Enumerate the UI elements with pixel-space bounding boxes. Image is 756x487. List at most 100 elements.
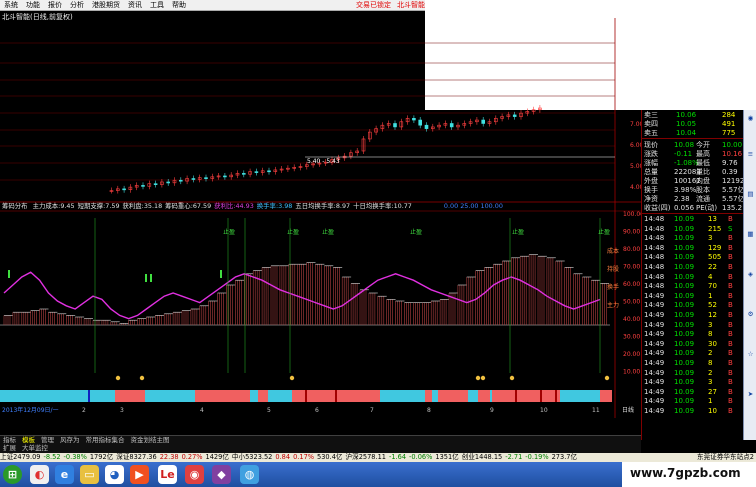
quote-cell: 2.38: [674, 195, 690, 203]
start-icon[interactable]: ⊞: [3, 465, 22, 484]
green-flag: [220, 270, 222, 278]
strip-mark: [515, 390, 517, 402]
quote-cell: B: [728, 243, 733, 252]
quote-cell: 3.98%: [674, 186, 697, 194]
take-profit-marker: 止盈: [598, 228, 610, 236]
quote-cell: 净资: [644, 195, 658, 203]
quote-cell: 10.09: [674, 359, 695, 367]
settings-icon[interactable]: ⚙: [746, 310, 755, 318]
quote-cell: B: [728, 359, 733, 367]
price-axis: 7.00 6.00 5.00 4.00: [630, 121, 641, 191]
date-tick: 5: [267, 407, 271, 414]
quote-cell: 10.09: [674, 387, 695, 396]
stat-row: 换手 3.98% 股本 5.57亿: [644, 186, 745, 195]
quote-cell: 1: [708, 291, 713, 300]
info-icon[interactable]: ◈: [746, 270, 755, 278]
period-label: 日线: [622, 406, 634, 414]
quote-cell: 10.04: [676, 129, 697, 137]
strip-red: [258, 390, 268, 402]
quote-cell: 3: [708, 320, 713, 329]
menu-news[interactable]: 资讯: [124, 0, 146, 10]
strip-mark: [540, 390, 542, 402]
quote-cell: 股本: [696, 186, 710, 194]
folder-icon[interactable]: ▭: [80, 465, 99, 484]
menu-hk-futures[interactable]: 港股期货: [88, 0, 124, 10]
quote-cell: 外盘: [644, 177, 658, 185]
quote-cell: 14:48: [644, 253, 665, 262]
right-toolbar: ◉ ≡ ▤ ▦ ◈ ⚙ ☆ ➤: [743, 110, 756, 440]
quote-cell: 10.09: [674, 368, 695, 377]
app-icon[interactable]: ◆: [212, 465, 231, 484]
quote-cell: 14:49: [644, 387, 665, 396]
media-icon[interactable]: ▶: [130, 465, 149, 484]
strip-mark: [335, 390, 337, 402]
chart-icon[interactable]: ▤: [746, 190, 755, 198]
menu-help[interactable]: 帮助: [168, 0, 190, 10]
quote-cell: 14:49: [644, 291, 665, 300]
stat-row: 收益(四) 0.056 PE(动) 135.2: [644, 204, 742, 213]
candle-body: [481, 119, 486, 124]
menu-tools[interactable]: 工具: [146, 0, 168, 10]
server-name: 东莞证券华东站点2: [594, 453, 756, 462]
stat-row: 外盘 100161 内盘 121922: [644, 177, 749, 186]
coin-icon: [604, 375, 610, 381]
quote-cell: 14:49: [644, 397, 665, 406]
take-profit-marker: 止盈: [410, 228, 422, 236]
chat-icon[interactable]: ◍: [240, 465, 259, 484]
quote-cell: 10.09: [674, 272, 695, 281]
tick-row: 14:49 10.09 10 B: [644, 407, 742, 416]
ie-icon[interactable]: e: [55, 465, 74, 484]
quote-cell: 10.09: [674, 320, 695, 329]
zoom-icon[interactable]: ◉: [746, 114, 755, 122]
indicator-item: 筹码重心:67.59: [165, 202, 212, 210]
quote-cell: 2: [708, 368, 713, 377]
extension-tabs: 扩展 大单监控: [0, 444, 641, 453]
strip-red: [478, 390, 490, 402]
quote-cell: 10.09: [674, 224, 695, 233]
quote-cell: 14:49: [644, 359, 665, 367]
quote-cell: B: [728, 349, 733, 358]
tab-bigorder[interactable]: 大单监控: [19, 444, 51, 453]
candle-body: [153, 183, 158, 185]
strip-red: [438, 390, 468, 402]
date-tick: 3: [120, 407, 124, 414]
menu-quote[interactable]: 报价: [44, 0, 66, 10]
trade-locked-link[interactable]: 交易已锁定: [356, 1, 391, 9]
green-flag: [150, 274, 152, 282]
ticker-item: -0.38%: [63, 453, 87, 461]
menu-function[interactable]: 功能: [22, 0, 44, 10]
candle-body: [412, 118, 416, 121]
indicator-item: 主力成本:9.45: [32, 202, 75, 210]
le-icon[interactable]: Le: [158, 465, 177, 484]
indicator-range-1: 25.00: [460, 202, 479, 210]
quote-cell: 14:48: [644, 282, 665, 291]
arrow-icon[interactable]: ➤: [746, 390, 755, 398]
ticker-item: 1792亿: [89, 453, 114, 461]
quote-cell: 收益(四): [644, 204, 671, 212]
quote-cell: 14:49: [644, 301, 665, 310]
grid-icon[interactable]: ▦: [746, 230, 755, 238]
take-profit-marker: 止盈: [287, 228, 299, 236]
beidou-link[interactable]: 北斗智能: [397, 1, 425, 9]
quote-cell: 14:48: [644, 243, 665, 252]
ind-tick: 70.00: [623, 264, 640, 271]
menu-analysis[interactable]: 分析: [66, 0, 88, 10]
green-flag: [145, 274, 147, 282]
star-icon[interactable]: ☆: [746, 350, 755, 358]
quote-cell: 量比: [696, 168, 710, 176]
tab-extend[interactable]: 扩展: [0, 444, 19, 453]
tick-row: 14:48 10.09 215 S: [644, 225, 742, 234]
chrome-icon[interactable]: ◉: [185, 465, 204, 484]
indicator-item: 获利盘:35.18: [122, 202, 163, 210]
menu-system[interactable]: 系统: [0, 0, 22, 10]
list-icon[interactable]: ≡: [746, 150, 755, 158]
quote-cell: 换手: [644, 186, 658, 194]
quote-cell: 10.09: [674, 291, 695, 300]
ind-tick: 80.00: [623, 246, 640, 253]
quote-cell: 14:48: [644, 234, 665, 243]
browser-icon[interactable]: ◐: [30, 465, 49, 484]
tick-row: 14:49 10.09 30 B: [644, 340, 742, 349]
stat-row: 涨跌 -0.11 最高 10.16: [644, 150, 742, 159]
kline-chart[interactable]: 5.40 - 5.43 7.006.005.004.00 100.0090.00…: [0, 18, 641, 436]
qq-icon[interactable]: ◕: [105, 465, 124, 484]
